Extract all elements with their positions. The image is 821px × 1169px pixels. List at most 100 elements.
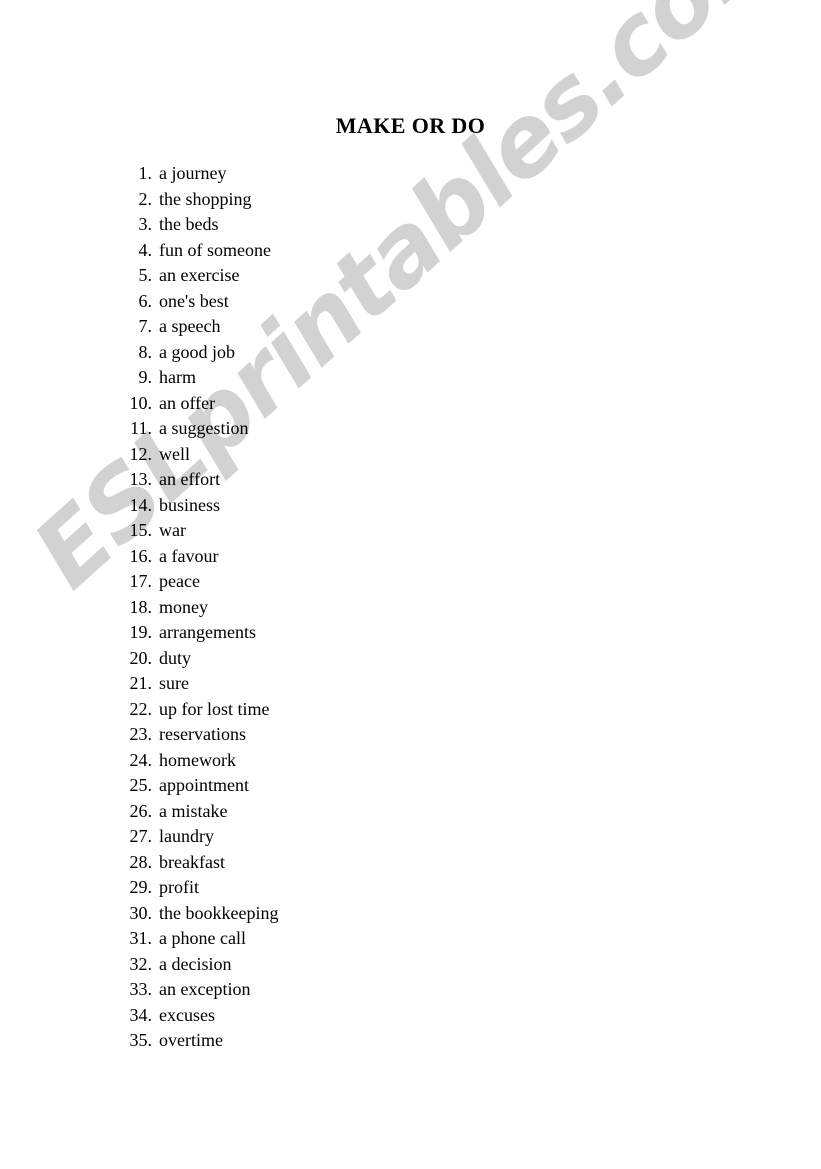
- list-item: 5. an exercise: [0, 263, 821, 289]
- list-item: 35. overtime: [0, 1028, 821, 1054]
- list-item-number: 20.: [129, 647, 153, 668]
- list-item: 34. excuses: [0, 1003, 821, 1029]
- list-item-text: breakfast: [159, 851, 225, 872]
- list-item-number: 21.: [129, 673, 153, 693]
- list-item: 1. a journey: [0, 161, 821, 187]
- list-item: 25. appointment: [0, 773, 821, 799]
- list-item: 8. a good job: [0, 340, 821, 366]
- list-item-number: 24.: [129, 749, 153, 770]
- list-item: 21. sure: [0, 671, 821, 697]
- list-item: 19. arrangements: [0, 620, 821, 646]
- list-item-text: reservations: [159, 724, 246, 744]
- word-list: 1. a journey 2. the shopping 3. the beds 4. fun…: [0, 161, 821, 1054]
- list-item-text: appointment: [159, 775, 249, 795]
- list-item-text: sure: [159, 673, 189, 693]
- list-item-text: a mistake: [159, 800, 228, 821]
- list-item: 18. money: [0, 595, 821, 621]
- worksheet-content: MAKE OR DO 1. a journey 2. the shopping 3. th…: [0, 0, 821, 1169]
- list-item: 30. the bookkeeping: [0, 901, 821, 927]
- list-item-number: 16.: [129, 545, 153, 566]
- list-item-number: 14.: [129, 494, 153, 515]
- list-item-text: overtime: [159, 1030, 223, 1050]
- list-item-text: the beds: [159, 214, 219, 234]
- list-item-number: 1.: [138, 163, 153, 183]
- list-item-number: 4.: [138, 239, 153, 260]
- list-item-number: 31.: [129, 928, 153, 948]
- list-item: 11. a suggestion: [0, 416, 821, 442]
- list-item: 12. well: [0, 442, 821, 468]
- list-item: 27. laundry: [0, 824, 821, 850]
- list-item-text: a journey: [159, 163, 227, 183]
- list-item: 31. a phone call: [0, 926, 821, 952]
- list-item: 23. reservations: [0, 722, 821, 748]
- list-item: 2. the shopping: [0, 187, 821, 213]
- list-item: 29. profit: [0, 875, 821, 901]
- list-item: 9. harm: [0, 365, 821, 391]
- list-item-number: 18.: [129, 596, 153, 617]
- list-item: 20. duty: [0, 646, 821, 672]
- list-item-text: war: [159, 520, 186, 540]
- list-item-text: a good job: [159, 341, 235, 362]
- list-item-text: a suggestion: [159, 418, 249, 438]
- list-item-text: an exercise: [159, 265, 240, 285]
- list-item: 4. fun of someone: [0, 238, 821, 264]
- list-item: 22. up for lost time: [0, 697, 821, 723]
- list-item: 16. a favour: [0, 544, 821, 570]
- list-item-number: 35.: [129, 1030, 153, 1050]
- page-title: MAKE OR DO: [335, 112, 486, 138]
- list-item-text: duty: [159, 647, 192, 668]
- list-item-text: excuses: [159, 1004, 215, 1025]
- list-item-number: 2.: [138, 188, 153, 209]
- list-item-text: money: [159, 596, 208, 617]
- list-item-number: 19.: [129, 622, 153, 642]
- list-item-text: a favour: [159, 545, 219, 566]
- list-item-number: 7.: [138, 316, 153, 336]
- list-item-number: 23.: [129, 724, 153, 744]
- list-item-number: 13.: [129, 469, 153, 489]
- list-item: 3. the beds: [0, 212, 821, 238]
- list-item: 14. business: [0, 493, 821, 519]
- list-item-number: 5.: [138, 265, 153, 285]
- list-item-number: 17.: [129, 571, 153, 591]
- list-item-text: an exception: [159, 979, 251, 999]
- list-item: 26. a mistake: [0, 799, 821, 825]
- list-item-text: profit: [159, 877, 199, 897]
- list-item-number: 9.: [138, 367, 153, 387]
- list-item-text: well: [159, 443, 190, 464]
- list-item: 15. war: [0, 518, 821, 544]
- list-item-number: 34.: [129, 1004, 153, 1025]
- list-item-text: fun of someone: [159, 239, 271, 260]
- list-item: 33. an exception: [0, 977, 821, 1003]
- list-item-text: an effort: [159, 469, 221, 489]
- list-item: 32. a decision: [0, 952, 821, 978]
- list-item-text: the shopping: [159, 188, 252, 209]
- list-item-text: business: [159, 494, 221, 515]
- list-item: 7. a speech: [0, 314, 821, 340]
- list-item-number: 8.: [138, 341, 153, 362]
- list-item-number: 11.: [130, 418, 152, 438]
- list-item-text: up for lost time: [159, 698, 270, 719]
- list-item-number: 10.: [129, 392, 153, 413]
- list-item-number: 32.: [129, 953, 153, 974]
- list-item: 10. an offer: [0, 391, 821, 417]
- list-item-text: arrangements: [159, 622, 256, 642]
- list-item: 13. an effort: [0, 467, 821, 493]
- list-item-text: an offer: [159, 392, 216, 413]
- list-item-number: 30.: [129, 902, 153, 923]
- list-item-number: 15.: [129, 520, 153, 540]
- list-item-number: 12.: [129, 443, 153, 464]
- list-item-text: one's best: [159, 290, 229, 311]
- list-item-text: homework: [159, 749, 236, 770]
- list-item-number: 26.: [129, 800, 153, 821]
- list-item-text: a speech: [159, 316, 221, 336]
- list-item-text: harm: [159, 367, 196, 387]
- list-item-text: a decision: [159, 953, 232, 974]
- list-item-number: 27.: [129, 826, 153, 846]
- list-item-number: 6.: [138, 290, 153, 311]
- list-item: 17. peace: [0, 569, 821, 595]
- list-item: 6. one's best: [0, 289, 821, 315]
- list-item-number: 3.: [138, 214, 153, 234]
- list-item-text: laundry: [159, 826, 214, 846]
- list-item: 24. homework: [0, 748, 821, 774]
- list-item-number: 28.: [129, 851, 153, 872]
